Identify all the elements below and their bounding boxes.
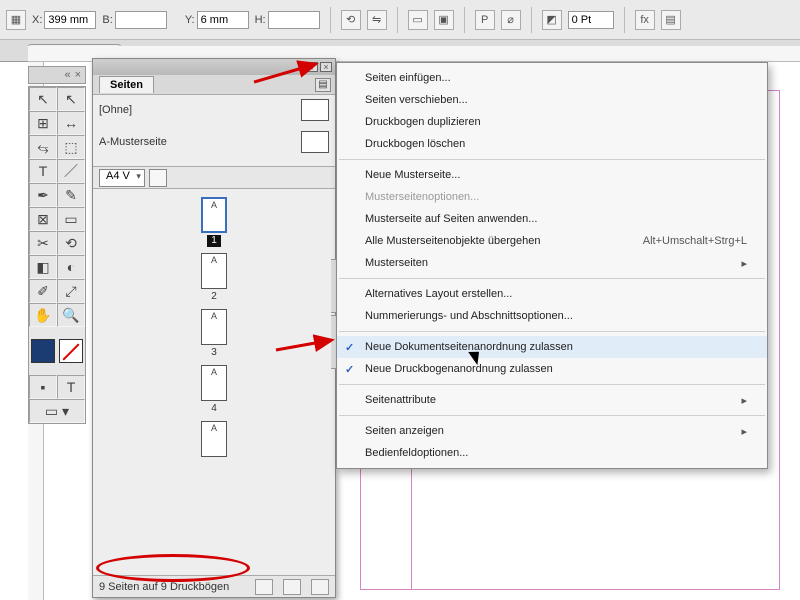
menu-separator xyxy=(339,415,765,416)
menu-separator xyxy=(339,331,765,332)
page-tool-icon[interactable]: ⊞ xyxy=(29,111,57,135)
master-none-label[interactable]: [Ohne] xyxy=(99,104,132,116)
panel-titlebar[interactable]: ▾ × xyxy=(93,59,335,75)
chain-icon[interactable]: ⌀ xyxy=(501,10,521,30)
zoom-tool-icon[interactable]: 🔍 xyxy=(57,303,85,327)
measure-tool-icon[interactable]: ⤢ xyxy=(57,279,85,303)
menu-item[interactable]: Musterseite auf Seiten anwenden... xyxy=(337,208,767,230)
w-label: B: xyxy=(102,14,112,26)
layout-row: A4 V xyxy=(93,167,335,189)
master-none-thumb[interactable] xyxy=(301,99,329,121)
rect-tool-icon[interactable]: ▭ xyxy=(57,207,85,231)
orientation-icon[interactable] xyxy=(149,169,167,187)
page-thumbnail[interactable]: A xyxy=(201,421,227,471)
selection-tool-icon[interactable]: ↖ xyxy=(29,87,57,111)
gradient-tool-icon[interactable]: ◧ xyxy=(29,255,57,279)
pages-panel: ▾ × Seiten ▤ [Ohne] A-Musterseite A4 V A… xyxy=(92,58,336,598)
menu-separator xyxy=(339,159,765,160)
collapse-icon[interactable]: ▾ xyxy=(306,62,318,72)
footer-status: 9 Seiten auf 9 Druckbögen xyxy=(99,581,229,593)
panel-context-menu: Seiten einfügen...Seiten verschieben...D… xyxy=(336,62,768,469)
container-icon[interactable]: ▭ xyxy=(408,10,428,30)
scissors-tool-icon[interactable]: ✂ xyxy=(29,231,57,255)
apply-color-icon[interactable]: ▪ xyxy=(29,375,57,399)
w-value[interactable] xyxy=(115,11,167,29)
layout-dropdown[interactable]: A4 V xyxy=(99,169,145,187)
page-thumbnail[interactable]: A1 xyxy=(201,197,227,247)
rotate-icon[interactable]: ⟲ xyxy=(341,10,361,30)
pen-tool-icon[interactable]: ✒ xyxy=(29,183,57,207)
type-tool-icon[interactable]: T xyxy=(29,159,57,183)
panel-footer: 9 Seiten auf 9 Druckbögen xyxy=(93,575,335,597)
p-icon[interactable]: P xyxy=(475,10,495,30)
menu-item[interactable]: ✓Neue Dokumentseitenanordnung zulassen xyxy=(337,336,767,358)
h-value[interactable] xyxy=(268,11,320,29)
menu-item: Musterseitenoptionen... xyxy=(337,186,767,208)
toolbox-header: «× xyxy=(28,66,86,84)
master-a-thumb[interactable] xyxy=(301,131,329,153)
edit-page-icon[interactable] xyxy=(255,579,273,595)
fx-icon[interactable]: fx xyxy=(635,10,655,30)
line-tool-icon[interactable]: ／ xyxy=(57,159,85,183)
delete-page-icon[interactable] xyxy=(311,579,329,595)
menu-item[interactable]: Seiten einfügen... xyxy=(337,67,767,89)
apply-text-icon[interactable]: T xyxy=(57,375,85,399)
fill-stroke-swatches[interactable] xyxy=(29,327,85,375)
gap-tool-icon[interactable]: ↔ xyxy=(57,111,85,135)
pages-tab[interactable]: Seiten xyxy=(99,76,154,93)
frame-tool-icon[interactable]: ⊠ xyxy=(29,207,57,231)
page-thumbnail[interactable]: A3 xyxy=(201,309,227,359)
y-value[interactable]: 6 mm xyxy=(197,11,249,29)
direct-select-tool-icon[interactable]: ↖ xyxy=(57,87,85,111)
y-label: Y: xyxy=(185,14,195,26)
menu-item[interactable]: Alle Musterseitenobjekte übergehenAlt+Um… xyxy=(337,230,767,252)
menu-separator xyxy=(339,384,765,385)
stroke-weight[interactable]: 0 Pt xyxy=(568,11,614,29)
hand-tool-icon[interactable]: ✋ xyxy=(29,303,57,327)
transform-tool-icon[interactable]: ⟲ xyxy=(57,231,85,255)
master-a-label[interactable]: A-Musterseite xyxy=(99,136,167,148)
page-thumbnail[interactable]: A4 xyxy=(201,365,227,415)
fit-icon[interactable]: ▣ xyxy=(434,10,454,30)
menu-item[interactable]: Nummerierungs- und Abschnittsoptionen... xyxy=(337,305,767,327)
menu-item[interactable]: Seiten verschieben... xyxy=(337,89,767,111)
menu-item[interactable]: Bedienfeldoptionen... xyxy=(337,442,767,464)
menu-item[interactable]: Seiten anzeigen▸ xyxy=(337,420,767,442)
opts-icon[interactable]: ▤ xyxy=(661,10,681,30)
pages-list: A1 A2 A3 A4 A xyxy=(93,189,335,575)
x-label: X: xyxy=(32,14,42,26)
placeholder-tool-icon[interactable]: ⬚ xyxy=(57,135,85,159)
menu-item[interactable]: Druckbogen löschen xyxy=(337,133,767,155)
close-icon[interactable]: × xyxy=(320,62,332,72)
new-page-icon[interactable] xyxy=(283,579,301,595)
fill-swatch-icon[interactable] xyxy=(31,339,55,363)
menu-item[interactable]: Musterseiten▸ xyxy=(337,252,767,274)
menu-item[interactable]: Druckbogen duplizieren xyxy=(337,111,767,133)
control-bar: ▦ X:399 mm B: Y:6 mm H: ⟲ ⇋ ▭ ▣ P ⌀ ◩ 0 … xyxy=(0,0,800,40)
h-label: H: xyxy=(255,14,266,26)
reference-point-icon[interactable]: ▦ xyxy=(6,10,26,30)
menu-item[interactable]: Alternatives Layout erstellen... xyxy=(337,283,767,305)
flip-h-icon[interactable]: ⇋ xyxy=(367,10,387,30)
stroke-swatch-none-icon[interactable] xyxy=(59,339,83,363)
view-mode-icon[interactable]: ▭ ▾ xyxy=(29,399,85,423)
page-thumbnail[interactable]: A2 xyxy=(201,253,227,303)
menu-separator xyxy=(339,278,765,279)
menu-item[interactable]: Seitenattribute▸ xyxy=(337,389,767,411)
content-tool-icon[interactable]: ⥃ xyxy=(29,135,57,159)
stroke-swatch-icon[interactable]: ◩ xyxy=(542,10,562,30)
swatch-tool-icon[interactable]: ◐ xyxy=(57,255,85,279)
toolbox: ↖ ↖ ⊞ ↔ ⥃ ⬚ T ／ ✒ ✎ ⊠ ▭ ✂ ⟲ ◧ ◐ ✐ ⤢ ✋ 🔍 … xyxy=(28,86,86,424)
master-pages-area: [Ohne] A-Musterseite xyxy=(93,95,335,167)
panel-menu-icon[interactable]: ▤ xyxy=(315,78,331,92)
menu-item[interactable]: ✓Neue Druckbogenanordnung zulassen xyxy=(337,358,767,380)
menu-item[interactable]: Neue Musterseite... xyxy=(337,164,767,186)
pencil-tool-icon[interactable]: ✎ xyxy=(57,183,85,207)
eyedropper-tool-icon[interactable]: ✐ xyxy=(29,279,57,303)
x-value[interactable]: 399 mm xyxy=(44,11,96,29)
